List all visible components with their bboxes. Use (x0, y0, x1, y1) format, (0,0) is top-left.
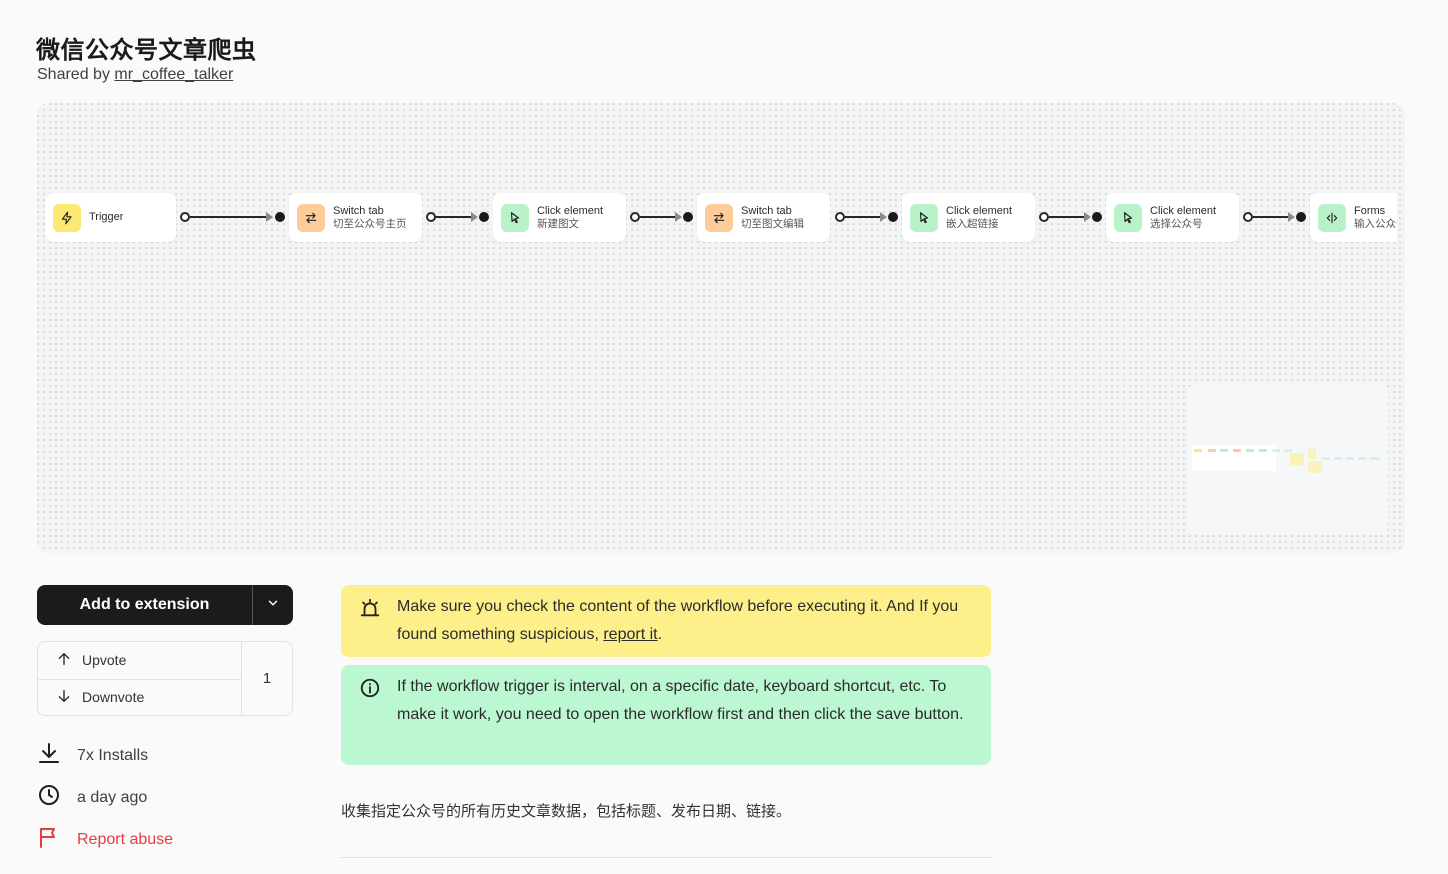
workflow-canvas[interactable]: Trigger Switch tab 切至公众号主页 Click element 新… (37, 103, 1405, 553)
info-icon (359, 677, 381, 709)
node-subtitle: 切至图文编辑 (741, 217, 804, 230)
report-abuse-label: Report abuse (77, 830, 174, 848)
edge-handle-in[interactable] (888, 212, 898, 222)
edge-handle-out[interactable] (1243, 212, 1253, 222)
edge-arrow (880, 212, 887, 222)
node-subtitle: 选择公众号 (1150, 217, 1203, 230)
info-alert: If the workflow trigger is interval, on … (341, 665, 991, 765)
node-title: Click element (946, 204, 1013, 217)
node-subtitle: 新建图文 (537, 217, 579, 230)
upvote-button[interactable]: Upvote (38, 642, 241, 679)
workflow-edge (1049, 216, 1089, 218)
add-to-extension-button-group: Add to extension (37, 585, 293, 625)
workflow-edge (1253, 216, 1293, 218)
node-title: Click element (1150, 204, 1217, 217)
divider (341, 857, 991, 858)
workflow-node-switch-tab[interactable]: Switch tab 切至图文编辑 (697, 193, 830, 242)
workflow-edge (845, 216, 885, 218)
updated-time: a day ago (77, 788, 148, 806)
edge-arrow (675, 212, 682, 222)
workflow-description: 收集指定公众号的所有历史文章数据，包括标题、发布日期、链接。 (341, 803, 792, 820)
report-it-link[interactable]: report it (603, 626, 657, 643)
warning-alert: Make sure you check the content of the w… (341, 585, 991, 657)
edge-handle-in[interactable] (683, 212, 693, 222)
edge-handle-out[interactable] (630, 212, 640, 222)
workflow-minimap[interactable] (1188, 385, 1388, 535)
cursor-click-icon (1114, 203, 1142, 232)
installs-info: 7x Installs (37, 741, 148, 770)
author-link[interactable]: mr_coffee_talker (114, 66, 233, 83)
workflow-node-click-element[interactable]: Click element 嵌入超链接 (902, 193, 1035, 242)
edge-handle-out[interactable] (426, 212, 436, 222)
node-subtitle: 嵌入超链接 (946, 217, 999, 230)
workflow-node-switch-tab[interactable]: Switch tab 切至公众号主页 (289, 193, 422, 242)
arrow-up-icon (56, 651, 82, 670)
arrow-down-icon (56, 688, 82, 707)
clock-icon (37, 783, 77, 812)
warning-text: Make sure you check the content of the w… (397, 598, 959, 643)
workflow-node-click-element[interactable]: Click element 新建图文 (493, 193, 626, 242)
report-abuse-link[interactable]: Report abuse (37, 825, 173, 854)
workflow-edge (190, 216, 270, 218)
upvote-label: Upvote (82, 652, 127, 669)
warning-end: . (657, 626, 663, 643)
workflow-edge (436, 216, 476, 218)
workflow-node-click-element[interactable]: Click element 选择公众号 (1106, 193, 1239, 242)
add-to-extension-button[interactable]: Add to extension (37, 585, 252, 625)
edge-handle-out[interactable] (1039, 212, 1049, 222)
edge-handle-out[interactable] (180, 212, 190, 222)
switch-arrows-icon (297, 203, 325, 232)
add-options-dropdown-button[interactable] (253, 585, 293, 625)
edge-arrow (266, 212, 273, 222)
switch-arrows-icon (705, 203, 733, 232)
node-title: Trigger (89, 211, 124, 223)
edge-arrow (471, 212, 478, 222)
flag-icon (37, 825, 77, 854)
lightning-icon (53, 203, 81, 232)
installs-count: 7x Installs (77, 746, 149, 764)
edge-handle-in[interactable] (1296, 212, 1306, 222)
node-title: Click element (537, 204, 604, 217)
alarm-icon (359, 597, 381, 629)
edge-handle-in[interactable] (1092, 212, 1102, 222)
page-title: 微信公众号文章爬虫 (36, 37, 257, 64)
download-icon (37, 741, 77, 770)
cursor-click-icon (910, 203, 938, 232)
node-title: Switch tab (333, 204, 384, 217)
node-subtitle: 输入公众号 (1354, 217, 1397, 230)
text-cursor-icon (1318, 203, 1346, 232)
edge-arrow (1084, 212, 1091, 222)
shared-by-label: Shared by (37, 66, 110, 83)
node-title: Switch tab (741, 204, 792, 217)
cursor-click-icon (501, 203, 529, 232)
vote-panel: Upvote Downvote 1 (37, 641, 293, 716)
workflow-edge (640, 216, 680, 218)
node-subtitle: 切至公众号主页 (333, 217, 407, 230)
updated-info: a day ago (37, 783, 147, 812)
edge-handle-out[interactable] (835, 212, 845, 222)
downvote-button[interactable]: Downvote (38, 678, 241, 716)
node-title: Forms (1354, 204, 1386, 217)
chevron-down-icon (266, 596, 280, 615)
info-text: If the workflow trigger is interval, on … (397, 678, 964, 723)
vote-count: 1 (262, 670, 272, 687)
workflow-node-trigger[interactable]: Trigger (45, 193, 176, 242)
shared-by: Shared by mr_coffee_talker (37, 66, 233, 84)
workflow-node-forms[interactable]: Forms输入公众号 (1310, 193, 1397, 242)
downvote-label: Downvote (82, 689, 145, 706)
edge-handle-in[interactable] (479, 212, 489, 222)
edge-arrow (1288, 212, 1295, 222)
edge-handle-in[interactable] (275, 212, 285, 222)
